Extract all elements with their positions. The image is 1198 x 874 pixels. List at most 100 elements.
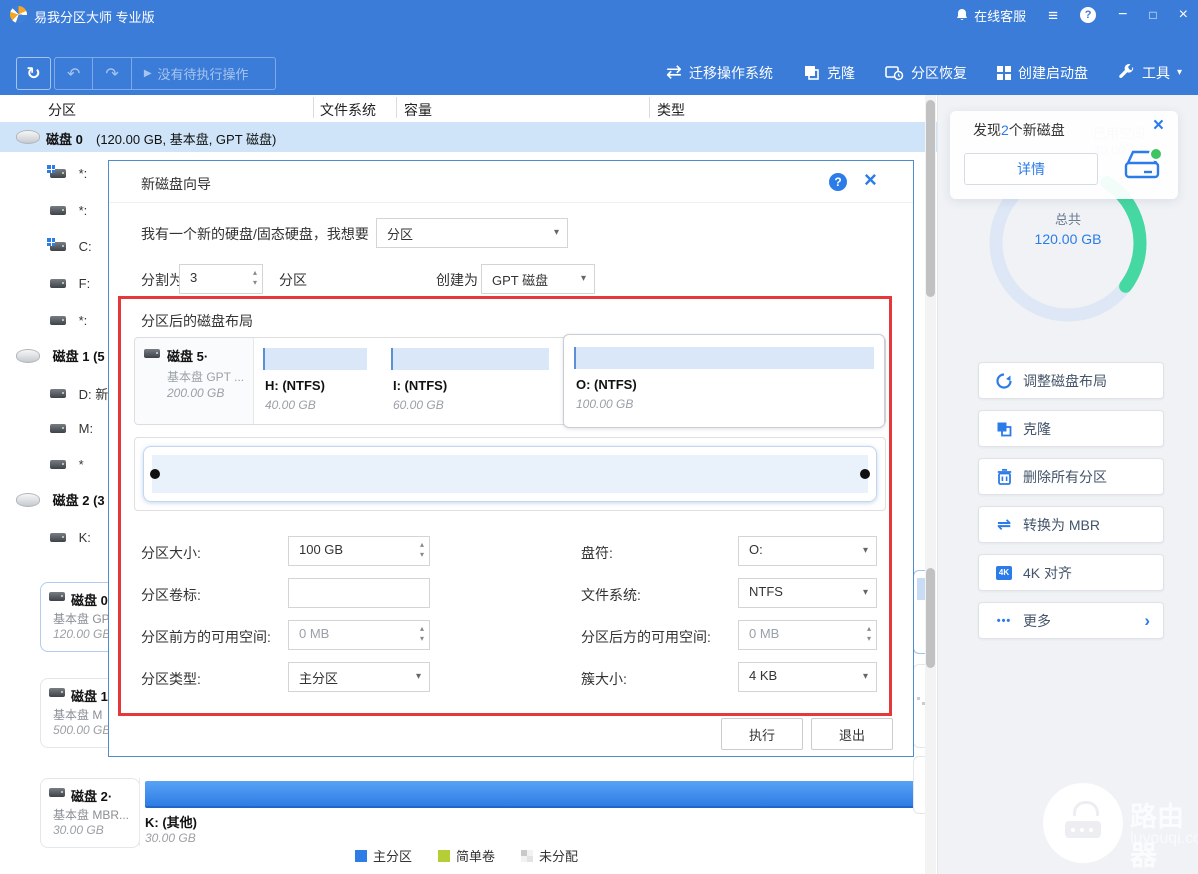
adjust-layout-button[interactable]: 调整磁盘布局 <box>978 362 1164 399</box>
split-suffix-label: 分区 <box>279 270 307 290</box>
partition-label: H: (NTFS) <box>265 378 325 393</box>
tree-item-disk2[interactable]: 磁盘 2 (3 <box>16 490 105 509</box>
pending-operations-button[interactable]: ▶ 没有待执行操作 <box>132 58 275 89</box>
disk-type-select[interactable]: GPT 磁盘 ▾ <box>481 264 595 294</box>
create-as-label: 创建为 <box>436 270 478 290</box>
online-service-button[interactable]: 在线客服 <box>955 6 1026 25</box>
stepper-arrows-icon[interactable]: ▴▾ <box>253 268 257 288</box>
volume-label-label: 分区卷标: <box>141 585 201 605</box>
column-type[interactable]: 类型 <box>657 100 685 120</box>
space-after-stepper[interactable]: 0 MB ▴▾ <box>738 620 877 650</box>
action-label: 克隆 <box>1023 419 1051 439</box>
partition-h-cell[interactable]: H: (NTFS) 40.00 GB <box>253 338 381 424</box>
unallocated-swatch <box>521 850 533 862</box>
slider-left-handle[interactable] <box>150 469 160 479</box>
redo-button[interactable]: ↷ <box>93 58 130 89</box>
space-before-stepper[interactable]: 0 MB ▴▾ <box>288 620 430 650</box>
column-partition[interactable]: 分区 <box>48 100 76 120</box>
minimize-button[interactable]: − <box>1118 7 1127 23</box>
clone-button[interactable]: 克隆 <box>803 63 855 83</box>
tree-item-partition[interactable]: F: <box>50 275 90 291</box>
cluster-size-label: 簇大小: <box>581 669 627 689</box>
tree-item-partition[interactable]: * <box>50 456 84 472</box>
partition-bar <box>391 348 549 370</box>
slider-right-handle[interactable] <box>860 469 870 479</box>
drive-icon <box>50 169 66 178</box>
delete-all-partitions-button[interactable]: 删除所有分区 <box>978 458 1164 495</box>
action-select[interactable]: 分区 ▾ <box>376 218 568 248</box>
volume-label-input[interactable] <box>288 578 430 608</box>
slider-fill <box>152 455 868 493</box>
dialog-close-icon[interactable]: × <box>864 167 877 193</box>
migrate-os-icon: ⇄ <box>666 63 682 82</box>
disk2-card[interactable]: 磁盘 2· 基本盘 MBR... 30.00 GB <box>40 778 140 848</box>
tree-item-disk1[interactable]: 磁盘 1 (5 <box>16 346 105 365</box>
partition-o-cell-selected[interactable]: O: (NTFS) 100.00 GB <box>563 334 885 428</box>
column-filesystem[interactable]: 文件系统 <box>320 100 376 120</box>
drive-letter-select[interactable]: O: ▾ <box>738 536 877 566</box>
refresh-button[interactable]: ↻ <box>16 57 51 90</box>
partition-i-cell[interactable]: I: (NTFS) 60.00 GB <box>381 338 563 424</box>
size-slider[interactable] <box>143 446 877 502</box>
partition-size-stepper[interactable]: 100 GB ▴▾ <box>288 536 430 566</box>
notice-close-icon[interactable]: × <box>1153 115 1164 137</box>
tree-item-label: D: 新 <box>79 387 109 402</box>
drive-icon <box>50 206 66 215</box>
disk0-row[interactable]: 磁盘 0 (120.00 GB, 基本盘, GPT 磁盘) <box>0 122 937 152</box>
dialog-help-icon[interactable]: ? <box>829 173 847 191</box>
help-icon[interactable]: ? <box>1080 7 1096 23</box>
disk-card-size: 500.00 GB <box>53 723 110 737</box>
stepper-arrows-icon[interactable]: ▴▾ <box>420 540 424 560</box>
app-logo-icon <box>10 6 27 23</box>
create-bootdisk-button[interactable]: 创建启动盘 <box>997 63 1088 83</box>
partition-recovery-button[interactable]: 分区恢复 <box>885 63 967 83</box>
tree-item-partition[interactable]: D: 新 <box>50 384 108 403</box>
stepper-arrows-icon[interactable]: ▴▾ <box>867 624 871 644</box>
tree-item-partition[interactable]: *: <box>50 312 87 328</box>
execute-button[interactable]: 执行 <box>721 718 803 750</box>
simple-volume-swatch <box>438 850 450 862</box>
tree-item-partition[interactable]: C: <box>50 238 92 254</box>
tree-item-label: K: <box>79 530 91 545</box>
legend: 主分区 简单卷 未分配 <box>355 846 578 865</box>
convert-to-mbr-button[interactable]: ⇌ 转换为 MBR <box>978 506 1164 543</box>
notice-title-post: 个新磁盘 <box>1009 122 1065 138</box>
partition-type-select[interactable]: 主分区 ▾ <box>288 662 430 692</box>
disk-card-type: 基本盘 MBR... <box>53 806 129 823</box>
execute-label: 执行 <box>749 725 775 744</box>
tree-item-label: *: <box>79 203 88 218</box>
maximize-button[interactable]: □ <box>1149 9 1156 21</box>
menu-icon[interactable]: ≡ <box>1048 7 1058 24</box>
migrate-os-button[interactable]: ⇄ 迁移操作系统 <box>666 63 773 83</box>
tools-button[interactable]: 工具 ▾ <box>1118 63 1182 83</box>
notice-title-count: 2 <box>1001 122 1009 138</box>
partition-size-value: 100 GB <box>299 542 343 557</box>
partition-block <box>917 578 925 600</box>
undo-button[interactable]: ↶ <box>55 58 92 89</box>
disk-card-type: 基本盘 M <box>53 706 102 723</box>
app-window: 易我分区大师 专业版 在线客服 ≡ ? − □ × ↻ ↶ ↷ <box>0 0 1198 874</box>
close-button[interactable]: × <box>1179 7 1188 23</box>
exit-button[interactable]: 退出 <box>811 718 893 750</box>
column-capacity[interactable]: 容量 <box>404 100 432 120</box>
app-title: 易我分区大师 专业版 <box>34 7 155 26</box>
legend-label: 简单卷 <box>456 846 495 865</box>
scrollbar-thumb[interactable] <box>926 568 935 668</box>
more-button[interactable]: ••• 更多 › <box>978 602 1164 639</box>
clone-disk-button[interactable]: 克隆 <box>978 410 1164 447</box>
tree-item-partition[interactable]: M: <box>50 420 93 436</box>
tree-item-partition[interactable]: *: <box>50 202 87 218</box>
align-4k-button[interactable]: 4K 4K 对齐 <box>978 554 1164 591</box>
cluster-size-select[interactable]: 4 KB ▾ <box>738 662 877 692</box>
partition-k-bar[interactable] <box>145 781 918 808</box>
undo-icon: ↶ <box>67 64 80 84</box>
scrollbar-thumb[interactable] <box>926 100 935 297</box>
tree-item-partition[interactable]: *: <box>50 165 87 181</box>
details-button[interactable]: 详情 <box>964 153 1098 185</box>
partition-count-stepper[interactable]: 3 ▴▾ <box>179 264 263 294</box>
tree-item-partition[interactable]: K: <box>50 529 91 545</box>
filesystem-select[interactable]: NTFS ▾ <box>738 578 877 608</box>
space-before-value: 0 MB <box>299 626 329 641</box>
disk-card-type: 基本盘 GP <box>53 610 110 627</box>
stepper-arrows-icon[interactable]: ▴▾ <box>420 624 424 644</box>
